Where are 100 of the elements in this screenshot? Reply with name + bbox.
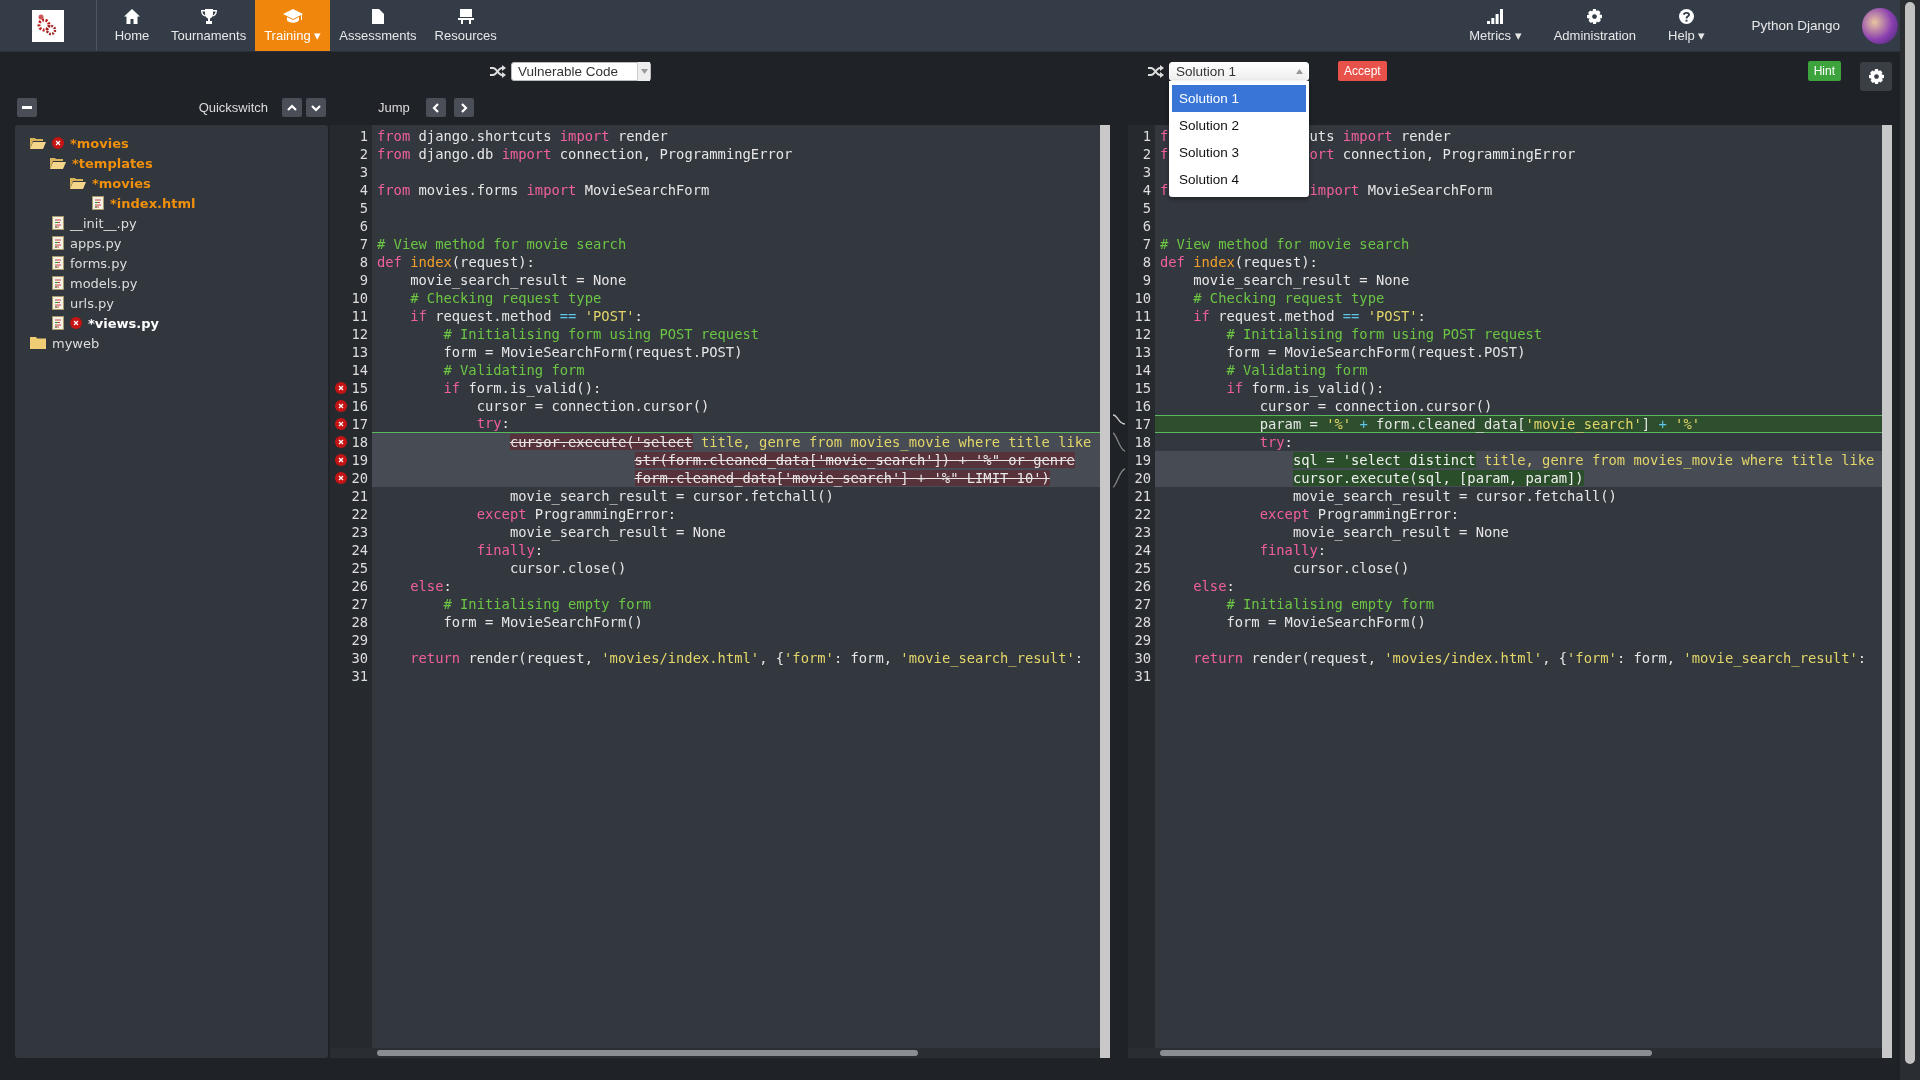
code-line: form = MovieSearchForm() <box>1225 613 1427 631</box>
line-number: 11 <box>351 308 368 324</box>
collapse-button[interactable] <box>17 98 37 117</box>
code-line: movie_search_result = None <box>1291 523 1510 541</box>
line-number: 12 <box>1134 326 1151 342</box>
quickswitch-label: Quickswitch <box>198 100 268 115</box>
nav-tab[interactable]: Home <box>102 0 162 51</box>
line-number: 16 <box>351 398 368 414</box>
code-line: from django.shortcuts import render <box>376 127 669 145</box>
line-number: 1 <box>359 128 368 144</box>
line-number: 9 <box>1142 272 1151 288</box>
line-number: 22 <box>1134 506 1151 522</box>
nav-tab[interactable]: Assessments <box>330 0 426 51</box>
line-number: 19 <box>351 452 368 468</box>
file-icon <box>52 256 64 270</box>
code-fragment: import MovieSearchForm <box>1309 182 1493 198</box>
line-number: 29 <box>351 632 368 648</box>
settings-button[interactable] <box>1860 61 1892 91</box>
dropdown-option[interactable]: Solution 3 <box>1172 138 1306 166</box>
line-number: 30 <box>351 650 368 666</box>
line-number: 12 <box>351 326 368 342</box>
vertical-scrollbar[interactable] <box>1100 125 1110 1058</box>
line-number: 17 <box>1134 416 1151 432</box>
file-name[interactable]: *movies <box>92 175 151 191</box>
line-number: 23 <box>351 524 368 540</box>
file-name[interactable]: *views.py <box>88 315 159 331</box>
house-icon <box>124 8 140 24</box>
file-name[interactable]: models.py <box>70 275 138 291</box>
nav-tab[interactable]: Tournaments <box>162 0 256 51</box>
code-line: movie_search_result = None <box>409 271 628 289</box>
line-number: 5 <box>1142 200 1151 216</box>
line-number: 18 <box>351 434 368 450</box>
line-number: 3 <box>359 164 368 180</box>
line-number: 19 <box>1134 452 1151 468</box>
line-number: 25 <box>351 560 368 576</box>
minus-icon <box>22 106 32 109</box>
line-number: 15 <box>351 380 368 396</box>
nav-menu[interactable]: Metrics ▾ <box>1453 0 1538 51</box>
line-number: 7 <box>1142 236 1151 252</box>
nav-menu[interactable]: Administration <box>1537 0 1653 51</box>
solution-select[interactable]: Solution 1 <box>1169 61 1309 81</box>
nav-menu[interactable]: Help ▾ <box>1652 0 1722 51</box>
jump-label: Jump <box>378 100 410 115</box>
code-line: # View method for movie search <box>376 235 628 253</box>
page-scrollbar-thumb[interactable] <box>1905 2 1915 1064</box>
scrollbar-thumb[interactable] <box>377 1050 918 1056</box>
vertical-scrollbar[interactable] <box>1882 125 1892 1058</box>
code-line: form = MovieSearchForm(request.POST) <box>1225 343 1527 361</box>
file-name[interactable]: forms.py <box>70 255 128 271</box>
code-line: def index(request): <box>376 253 536 271</box>
file-name[interactable]: urls.py <box>70 295 115 311</box>
line-number: 26 <box>1134 578 1151 594</box>
code-line: return render(request, 'movies/index.html', {'form': form, 'movie_search_result': <box>1192 649 1868 667</box>
file-icon <box>52 216 64 230</box>
code-line: # View method for movie search <box>1159 235 1411 253</box>
code-fragment: ort connection, ProgrammingError <box>1309 146 1576 162</box>
file-name[interactable]: *index.html <box>110 195 196 211</box>
avatar[interactable] <box>1862 7 1898 44</box>
user-name[interactable]: Python Django <box>1751 18 1840 33</box>
code-line: try: <box>1258 433 1294 451</box>
file-name[interactable]: myweb <box>52 335 100 351</box>
file-name[interactable]: __init__.py <box>70 215 137 231</box>
code-line: movie_search_result = cursor.fetchall() <box>508 487 835 505</box>
previous-button[interactable] <box>425 98 446 117</box>
file-name[interactable]: *templates <box>72 155 153 171</box>
shuffle-icon <box>490 64 506 78</box>
gear-icon <box>1587 8 1603 24</box>
line-number: 1 <box>1142 128 1151 144</box>
line-number: 29 <box>1134 632 1151 648</box>
graduation-cap-icon <box>282 8 303 24</box>
caret-icon <box>1296 68 1303 74</box>
file-name[interactable]: apps.py <box>70 235 122 251</box>
help-icon <box>1679 8 1695 24</box>
monitor-icon <box>457 8 474 24</box>
next-button[interactable] <box>453 98 474 117</box>
next-button[interactable] <box>306 98 326 117</box>
file-name[interactable]: *movies <box>70 135 129 151</box>
dropdown-option[interactable]: Solution 1 <box>1172 84 1306 112</box>
line-number: 17 <box>351 416 368 432</box>
code-line: from django.db import connection, ProgrammingError <box>376 145 794 163</box>
scrollbar-thumb[interactable] <box>1160 1050 1652 1056</box>
trophy-icon <box>200 8 217 24</box>
nav-tab[interactable]: Resources <box>425 0 506 51</box>
line-number: 25 <box>1134 560 1151 576</box>
previous-button[interactable] <box>282 98 302 117</box>
file-icon <box>52 296 64 310</box>
line-number: 8 <box>1142 254 1151 270</box>
code-line: from movies.forms import MovieSearchForm <box>376 181 711 199</box>
code-line: # Initialising empty form <box>442 595 653 613</box>
line-number: 20 <box>351 470 368 486</box>
dropdown-option[interactable]: Solution 2 <box>1172 111 1306 139</box>
accept-button[interactable]: Accept <box>1338 61 1387 81</box>
line-number: 6 <box>359 218 368 234</box>
code-select[interactable]: Vulnerable Code <box>511 61 651 81</box>
code-line: cursor.close() <box>1291 559 1411 577</box>
code-line: # Checking request type <box>409 289 603 307</box>
code-line: finally: <box>1258 541 1328 559</box>
code-line: if request.method == 'POST': <box>409 307 644 325</box>
dropdown-option[interactable]: Solution 4 <box>1172 165 1306 193</box>
logo-icon[interactable] <box>32 9 64 42</box>
